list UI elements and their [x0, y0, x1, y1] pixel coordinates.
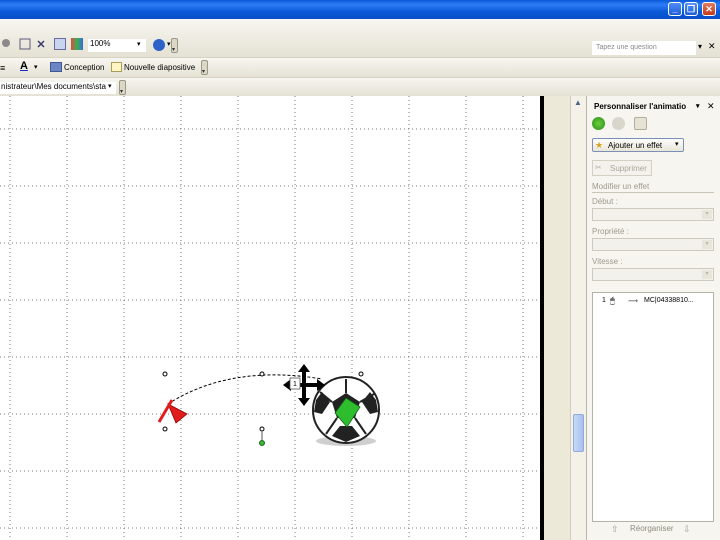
home-icon[interactable]: [634, 117, 647, 130]
design-button[interactable]: Conception: [64, 63, 104, 73]
toolbar-grip[interactable]: [171, 38, 178, 53]
motion-path-icon: ⟿: [628, 298, 639, 305]
address-dropdown-icon[interactable]: ▾: [108, 82, 112, 92]
formatting-toolbar: ≡ A ▾ Conception Nouvelle diapositive: [0, 57, 720, 77]
close-button[interactable]: ✕: [702, 2, 716, 16]
minimize-button[interactable]: _: [668, 2, 682, 16]
toolbar-icons-left: [2, 38, 45, 50]
standard-toolbar: 100% ▾ ▾ Tapez une question ▾ ✕: [0, 19, 720, 57]
remove-label: Supprimer: [610, 164, 647, 173]
help-icon[interactable]: [153, 39, 165, 51]
rotation-handle: [259, 440, 265, 446]
new-slide-icon[interactable]: [111, 62, 122, 72]
list-icon: [19, 38, 31, 50]
close-document-icon[interactable]: ✕: [708, 41, 716, 51]
help-question-input[interactable]: Tapez une question: [592, 41, 696, 55]
path-number-label: 1: [293, 381, 297, 388]
property-select[interactable]: ▾: [592, 238, 714, 251]
reorder-label: Réorganiser: [630, 524, 674, 533]
add-effect-label: Ajouter un effet: [608, 141, 663, 150]
help-dropdown-icon[interactable]: ▾: [698, 42, 702, 52]
chevron-down-icon: ▾: [702, 240, 712, 249]
add-effect-button[interactable]: ★ Ajouter un effet ▾: [592, 138, 684, 152]
remove-button[interactable]: ✂ Supprimer: [592, 160, 652, 176]
scroll-up-icon[interactable]: ▲: [574, 98, 582, 107]
new-slide-button[interactable]: Nouvelle diapositive: [124, 63, 195, 73]
font-color-dropdown-icon[interactable]: ▾: [34, 63, 38, 73]
mouse-icon: 🖱: [610, 296, 615, 305]
divider: [592, 192, 714, 193]
grid-icon[interactable]: [54, 38, 66, 50]
font-color-icon[interactable]: A: [20, 61, 28, 72]
design-icon[interactable]: [50, 62, 62, 72]
animation-list[interactable]: 1 🖱 ⟿ MC|04338810...: [592, 292, 714, 522]
grid-lines: [0, 96, 540, 540]
modify-effect-label: Modifier un effet: [592, 182, 650, 191]
end-marker-icon: [157, 399, 188, 424]
move-up-icon[interactable]: ⇧: [611, 524, 619, 535]
pane-close-icon[interactable]: ✕: [707, 101, 715, 112]
toolbar-options-icon[interactable]: ▾: [167, 40, 171, 50]
restore-button[interactable]: ❐: [684, 2, 698, 16]
custom-animation-pane: Personnaliser l'animatio ▾ ✕ ★ Ajouter u…: [586, 96, 720, 540]
start-select[interactable]: ▾: [592, 208, 714, 221]
slide-graphics: 1: [0, 96, 540, 540]
chevron-down-icon: ▾: [702, 270, 712, 279]
move-down-icon[interactable]: ⇩: [683, 524, 691, 535]
start-label: Début :: [592, 197, 618, 206]
slide-canvas[interactable]: 1: [0, 96, 540, 540]
list-item[interactable]: 1 🖱 ⟿ MC|04338810...: [595, 296, 711, 308]
chevron-down-icon: ▾: [675, 141, 679, 148]
title-bar: _ ❐ ✕: [0, 0, 720, 19]
star-icon: ★: [595, 140, 604, 150]
list-item-number: 1: [602, 297, 606, 304]
align-icon[interactable]: ≡: [0, 63, 5, 73]
remove-icon: ✂: [595, 163, 602, 172]
scroll-thumb[interactable]: [573, 414, 584, 452]
chevron-down-icon: ▾: [702, 210, 712, 219]
zoom-dropdown-icon[interactable]: ▾: [137, 40, 141, 50]
back-icon[interactable]: [592, 117, 605, 130]
speed-select[interactable]: ▾: [592, 268, 714, 281]
property-label: Propriété :: [592, 227, 629, 236]
color-icon[interactable]: [71, 38, 83, 50]
forward-icon[interactable]: [612, 117, 625, 130]
vertical-scrollbar[interactable]: ▲: [570, 96, 586, 540]
address-field[interactable]: nistrateur\Mes documents\sta: [0, 82, 116, 94]
toolbar-grip[interactable]: [119, 80, 126, 95]
slide-edge: [540, 96, 544, 540]
toolbar-grip[interactable]: [201, 60, 208, 75]
pane-menu-icon[interactable]: ▾: [696, 102, 700, 110]
pane-title: Personnaliser l'animatio: [594, 102, 687, 111]
expand-icon: [37, 40, 45, 48]
speed-label: Vitesse :: [592, 257, 623, 266]
list-item-label: MC|04338810...: [644, 297, 694, 304]
web-toolbar: nistrateur\Mes documents\sta ▾: [0, 77, 720, 96]
search-icon: [2, 39, 10, 47]
